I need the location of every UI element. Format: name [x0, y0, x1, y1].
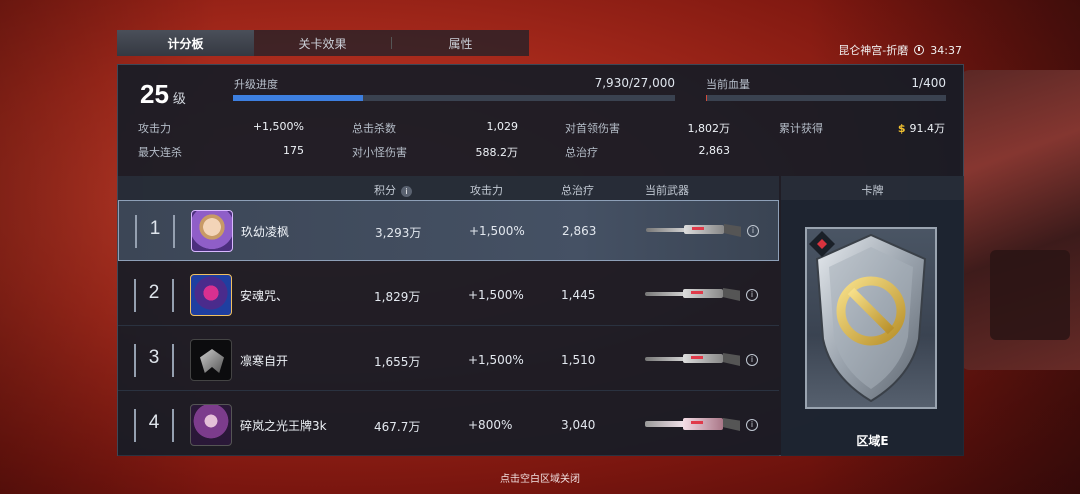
player-attack: +1,500% — [469, 224, 525, 238]
tab-stage-effects[interactable]: 关卡效果 — [254, 30, 391, 56]
weapon-icon — [645, 352, 740, 368]
header-score-label: 积分 — [374, 184, 396, 197]
upgrade-progress-bar — [233, 95, 675, 101]
stat-minion-damage: 对小怪伤害 588.2万 — [352, 144, 519, 159]
earned-amount: 91.4万 — [909, 122, 946, 135]
stat-label: 总治疗 — [565, 146, 598, 159]
background-machine-detail — [990, 250, 1070, 340]
tab-scoreboard[interactable]: 计分板 — [117, 30, 254, 56]
weapon-info-icon[interactable]: i — [746, 289, 758, 301]
hp-label: 当前血量 — [706, 78, 750, 91]
avatar[interactable] — [191, 210, 233, 252]
avatar[interactable] — [190, 404, 232, 446]
player-heal: 1,445 — [561, 288, 596, 302]
card-header: 卡牌 — [781, 176, 964, 200]
stat-total-kills: 总击杀数 1,029 — [352, 120, 519, 135]
stat-label: 对首领伤害 — [565, 122, 620, 135]
coin-icon: $ — [897, 122, 906, 135]
stat-boss-damage: 对首领伤害 1,802万 — [565, 120, 731, 135]
hp-bar-fill — [706, 95, 707, 101]
weapon-icon — [645, 287, 740, 303]
stat-value: 1,029 — [486, 120, 519, 133]
tab-bar: 计分板 关卡效果 属性 — [117, 30, 529, 56]
table-header: 积分 i 攻击力 总治疗 当前武器 — [118, 176, 779, 200]
weapon-info-icon[interactable]: i — [746, 419, 758, 431]
weapon-info-icon[interactable]: i — [746, 354, 758, 366]
avatar[interactable] — [190, 339, 232, 381]
stat-max-streak: 最大连杀 175 — [138, 144, 304, 159]
rank-number: 3 — [148, 347, 160, 368]
zone-card[interactable] — [805, 227, 937, 409]
player-score: 3,293万 — [375, 226, 422, 240]
stat-value: 588.2万 — [475, 146, 519, 159]
upgrade-progress-label: 升级进度 — [234, 78, 278, 91]
upgrade-progress-fill — [233, 95, 363, 101]
level-number: 25 — [140, 79, 169, 109]
stat-label: 对小怪伤害 — [352, 146, 407, 159]
stage-name: 昆仑神宫-折磨 — [838, 44, 909, 57]
stat-label: 攻击力 — [138, 122, 171, 135]
header-heal: 总治疗 — [561, 184, 594, 197]
player-heal: 3,040 — [561, 418, 596, 432]
stat-label: 总击杀数 — [352, 122, 396, 135]
player-attack: +800% — [468, 418, 513, 432]
table-row[interactable]: 4 碎岚之光王牌3k 467.7万 +800% 3,040 i — [118, 395, 779, 456]
stat-label: 累计获得 — [779, 122, 823, 135]
close-hint[interactable]: 点击空白区域关闭 — [0, 470, 1080, 485]
stat-total-heal: 总治疗 2,863 — [565, 144, 731, 159]
player-attack: +1,500% — [468, 353, 524, 367]
table-row[interactable]: 3 凛寒自开 1,655万 +1,500% 1,510 i — [118, 330, 779, 391]
player-name: 安魂咒、 — [240, 289, 289, 303]
card-area: 区域E — [781, 200, 964, 456]
stat-label: 最大连杀 — [138, 146, 182, 159]
stat-value: 175 — [283, 144, 304, 157]
table-row[interactable]: 1 玖幼凌枫 3,293万 +1,500% 2,863 i — [118, 200, 779, 261]
weapon-icon — [645, 417, 740, 433]
rank-number: 2 — [148, 282, 160, 303]
player-score: 1,655万 — [374, 355, 421, 369]
stat-value: +1,500% — [252, 120, 304, 133]
rank-number: 4 — [148, 412, 160, 433]
info-icon[interactable]: i — [401, 185, 412, 197]
header-score: 积分 i — [374, 182, 412, 198]
player-name: 碎岚之光王牌3k — [240, 419, 327, 433]
player-level: 25 级 — [140, 79, 186, 110]
stat-value: 2,863 — [698, 144, 731, 157]
level-unit: 级 — [172, 92, 186, 107]
stat-value: $91.4万 — [898, 120, 945, 136]
player-name: 凛寒自开 — [240, 354, 289, 368]
clock-icon — [914, 45, 925, 55]
header-weapon: 当前武器 — [645, 184, 689, 197]
weapon-icon — [646, 223, 741, 239]
avatar[interactable] — [190, 274, 232, 316]
scoreboard-panel: 25 级 升级进度 7,930/27,000 当前血量 1/400 攻击力 +1… — [117, 64, 964, 456]
player-heal: 1,510 — [561, 353, 596, 367]
hp-value: 1/400 — [911, 76, 946, 90]
stat-attack: 攻击力 +1,500% — [138, 120, 304, 135]
header-attack: 攻击力 — [470, 184, 503, 197]
card-name: 区域E — [856, 434, 889, 448]
hp-bar — [706, 95, 946, 101]
upgrade-progress-value: 7,930/27,000 — [594, 76, 675, 90]
player-score: 1,829万 — [374, 290, 421, 304]
tab-attributes[interactable]: 属性 — [392, 30, 529, 56]
stat-earned: 累计获得 $91.4万 — [779, 120, 945, 136]
stat-value: 1,802万 — [687, 122, 731, 135]
player-heal: 2,863 — [562, 224, 597, 238]
rank-number: 1 — [149, 218, 161, 239]
weapon-info-icon[interactable]: i — [747, 225, 759, 237]
player-score: 467.7万 — [374, 420, 421, 434]
stage-timer: 34:37 — [930, 43, 962, 57]
player-attack: +1,500% — [468, 288, 524, 302]
player-name: 玖幼凌枫 — [241, 225, 290, 239]
stage-info: 昆仑神宫-折磨 34:37 — [838, 42, 962, 58]
table-row[interactable]: 2 安魂咒、 1,829万 +1,500% 1,445 i — [118, 265, 779, 326]
shield-icon — [815, 233, 927, 403]
